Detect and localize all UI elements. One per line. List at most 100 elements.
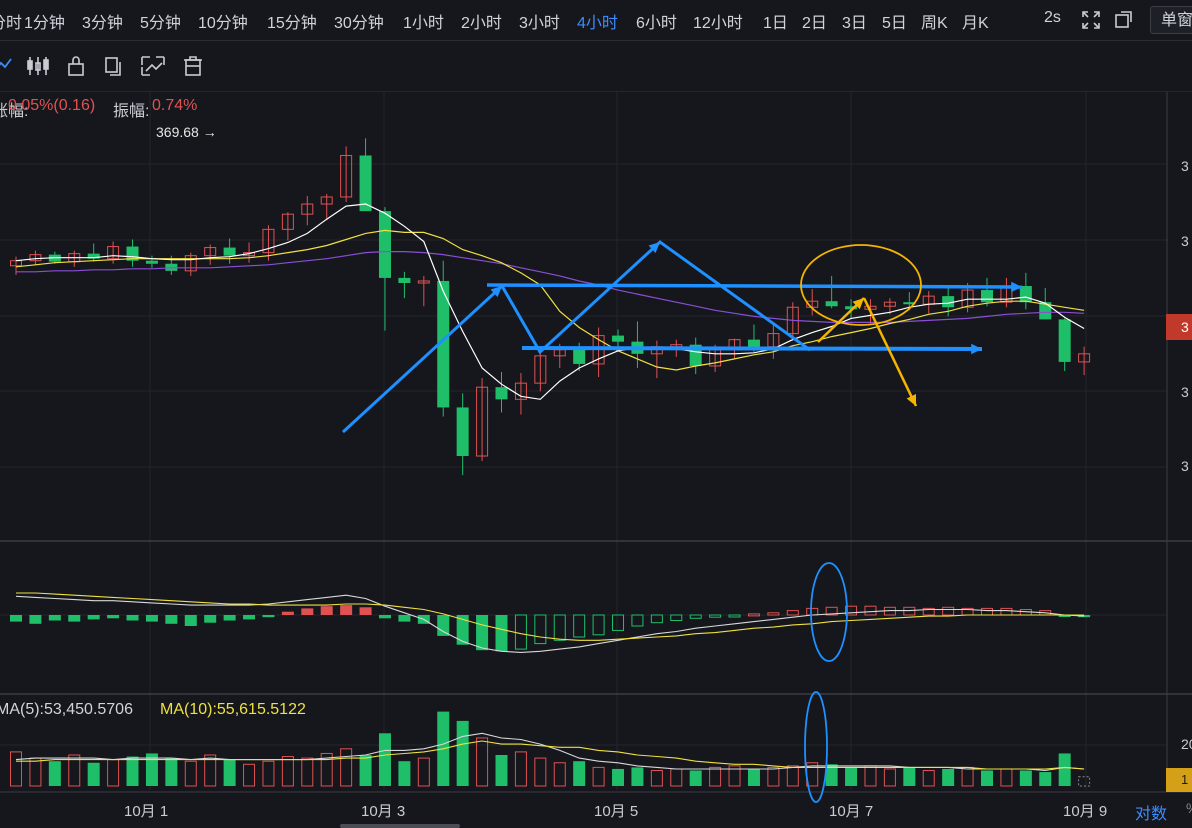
- volume-bar: [340, 748, 353, 787]
- macd-bar: [126, 615, 139, 621]
- x-axis-label: 10月 1: [124, 803, 169, 820]
- volume-bar: [165, 758, 178, 786]
- volume-bar: [10, 751, 22, 787]
- candle-body: [612, 335, 625, 342]
- macd-bar: [534, 614, 547, 645]
- support-line-head: [971, 343, 982, 355]
- candle-body: [398, 277, 411, 283]
- candle-body: [359, 155, 372, 212]
- volume-bar: [1058, 753, 1071, 786]
- volume-bar: [670, 768, 683, 787]
- macd-bar: [107, 615, 120, 619]
- macd-bar: [340, 605, 353, 615]
- macd-bar: [204, 615, 217, 623]
- macd-bar: [378, 615, 391, 619]
- macd-bar: [87, 615, 100, 620]
- price-tick: 3: [1181, 158, 1189, 174]
- volume-bar: [767, 766, 780, 787]
- volume-bar: [612, 768, 625, 786]
- macd-highlight-ellipse: [810, 562, 848, 662]
- macd-bar: [981, 607, 993, 616]
- candle-body: [942, 296, 955, 308]
- volume-bar: [961, 766, 974, 787]
- macd-bar: [437, 615, 450, 636]
- ma5-line: [15, 203, 1085, 400]
- macd-bar: [10, 615, 22, 622]
- price-tick: 3: [1181, 384, 1189, 400]
- macd-bar: [48, 615, 61, 621]
- candle-body: [981, 290, 993, 303]
- macd-bar: [223, 615, 236, 621]
- volume-bar: [262, 760, 275, 787]
- macd-bar: [262, 615, 275, 618]
- volume-bar: [864, 765, 877, 787]
- volume-bar: [301, 757, 314, 787]
- volume-bar: [29, 757, 42, 787]
- macd-bar: [786, 610, 799, 616]
- volume-bar: [1000, 768, 1013, 787]
- macd-bar: [903, 606, 916, 616]
- volume-bar: [48, 761, 61, 786]
- macd-bar: [728, 614, 741, 618]
- volume-bar: [592, 766, 605, 787]
- volume-bar: [359, 755, 372, 786]
- current-volume-tag: 1: [1166, 768, 1192, 792]
- volume-bar: [747, 768, 760, 786]
- volume-bar: [1019, 770, 1032, 786]
- macd-bar: [709, 614, 722, 618]
- macd-bar: [29, 615, 42, 624]
- candlestick-chart[interactable]: 369.68 →: [0, 0, 1192, 828]
- high-price-label: 369.68 →: [156, 124, 217, 140]
- volume-bar: [573, 761, 586, 786]
- macd-bar: [476, 615, 489, 651]
- candle-body: [145, 260, 158, 264]
- resistance-line: [486, 283, 1023, 289]
- volume-bar: [1039, 772, 1052, 786]
- volume-bar: [184, 760, 197, 787]
- macd-bar: [398, 615, 411, 622]
- macd-bar: [1000, 607, 1013, 616]
- log-scale-toggle[interactable]: 对数: [1135, 800, 1167, 824]
- macd-bar: [514, 614, 527, 650]
- volume-bar: [903, 767, 916, 786]
- volume-bar: [398, 761, 411, 786]
- macd-bar: [243, 615, 256, 620]
- macd-bar: [145, 615, 158, 622]
- macd-bar: [184, 615, 197, 626]
- current-price-tag: 3: [1166, 314, 1192, 340]
- macd-bar: [670, 614, 683, 621]
- volume-bar: [223, 759, 236, 786]
- volume-bar: [709, 766, 722, 787]
- candle-body: [495, 387, 508, 400]
- macd-bar: [806, 607, 819, 616]
- macd-bar: [573, 614, 586, 638]
- candle-body: [456, 407, 469, 457]
- scrollbar-thumb[interactable]: [340, 824, 460, 828]
- volume-bar: [243, 763, 256, 787]
- volume-bar: [942, 768, 955, 786]
- volume-bar: [922, 770, 935, 787]
- candle-body: [1058, 319, 1071, 362]
- volume-bar: [981, 770, 993, 786]
- percent-toggle[interactable]: %: [1186, 800, 1192, 816]
- macd-bar: [612, 614, 625, 631]
- candle-body: [747, 339, 760, 347]
- volume-bar: [126, 756, 139, 786]
- macd-bar: [631, 614, 644, 627]
- wave-arrow-1: [342, 285, 503, 433]
- macd-bar: [495, 615, 508, 652]
- x-axis-label: 10月 3: [361, 803, 406, 820]
- volume-bar: [689, 770, 702, 786]
- candle-body: [223, 247, 236, 256]
- volume-tick: 20: [1181, 736, 1192, 752]
- volume-bar: [378, 733, 391, 786]
- volume-bar: [417, 757, 430, 787]
- price-tick: 3: [1181, 233, 1189, 249]
- support-line: [521, 346, 983, 351]
- price-tick: 3: [1181, 458, 1189, 474]
- candle-body: [825, 301, 838, 307]
- volume-bar: [786, 765, 799, 787]
- volume-bar: [107, 759, 120, 787]
- volume-bar: [553, 762, 566, 787]
- volume-bar: [845, 767, 858, 786]
